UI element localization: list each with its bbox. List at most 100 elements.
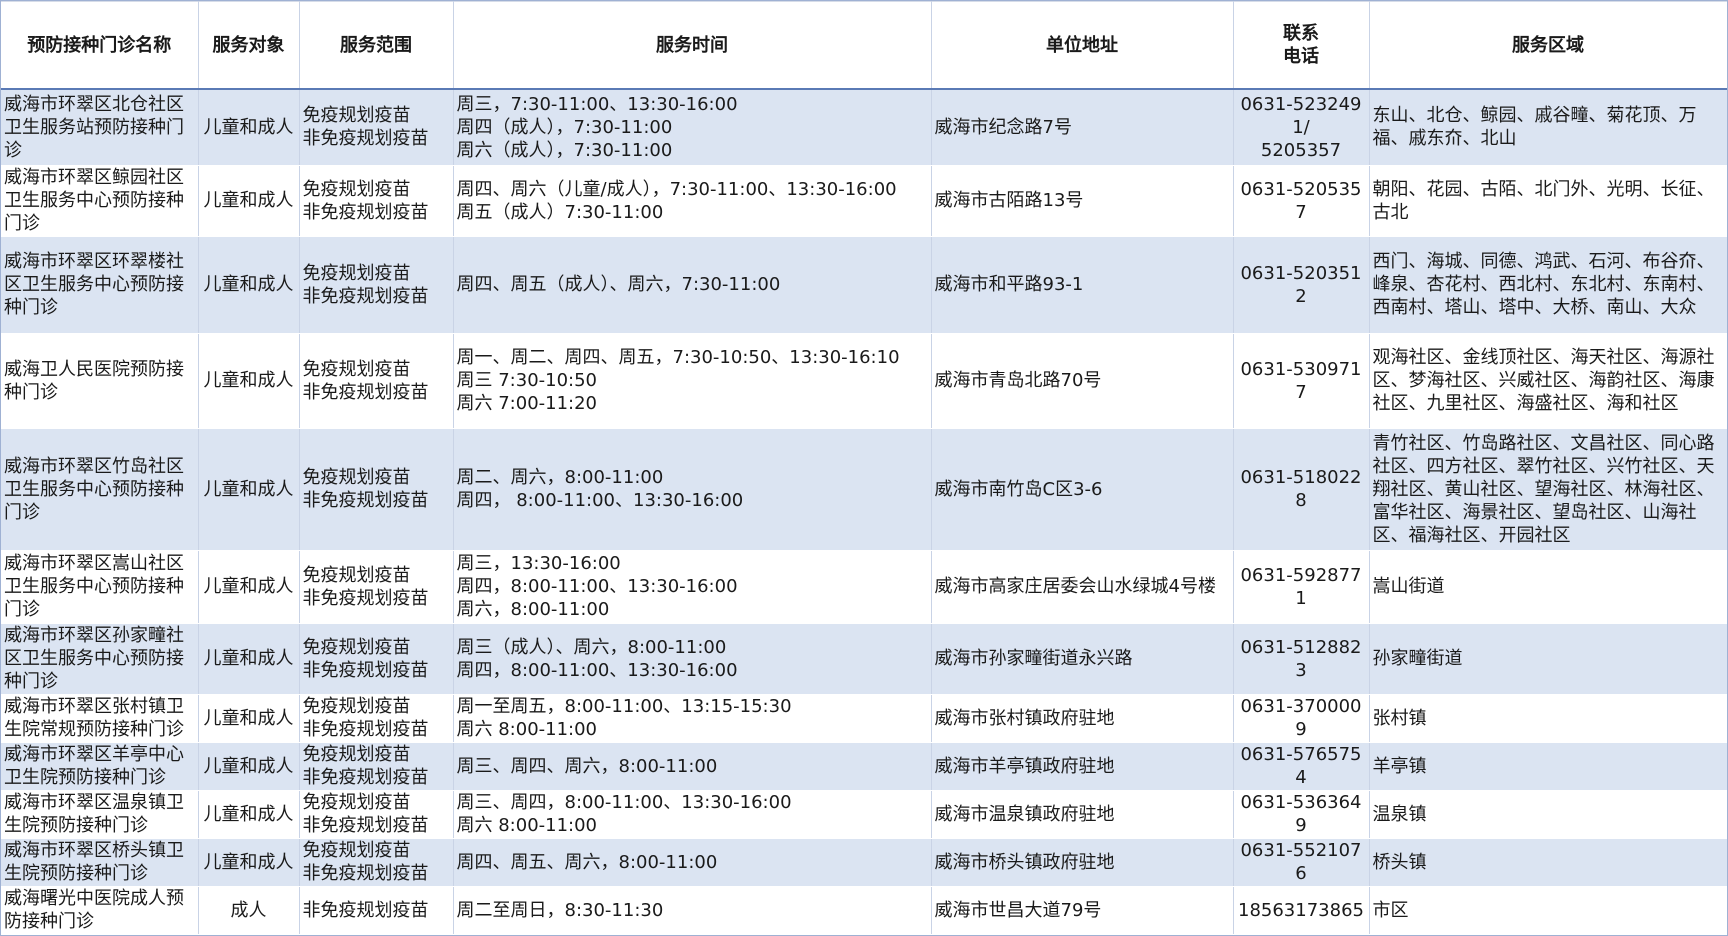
service-target-cell: 儿童和成人 — [198, 790, 300, 839]
phone-cell: 0631-5203512 — [1233, 236, 1370, 334]
address-cell: 威海市张村镇政府驻地 — [931, 694, 1234, 743]
table-row: 威海卫人民医院预防接种门诊 儿童和成人 免疫规划疫苗 非免疫规划疫苗 周一、周二、周四… — [1, 333, 1728, 429]
phone-cell: 0631-5363649 — [1233, 790, 1370, 839]
service-scope-cell: 免疫规划疫苗 非免疫规划疫苗 — [299, 165, 454, 237]
table-row: 威海市环翠区北仓社区卫生服务站预防接种门诊 儿童和成人 免疫规划疫苗 非免疫规划疫苗… — [1, 89, 1728, 166]
table-row: 威海曙光中医院成人预防接种门诊 成人 非免疫规划疫苗 周二至周日，8:30-11:30… — [1, 886, 1728, 935]
clinic-name-cell: 威海市环翠区环翠楼社区卫生服务中心预防接种门诊 — [1, 236, 199, 334]
clinic-name-cell: 威海市环翠区张村镇卫生院常规预防接种门诊 — [1, 694, 199, 743]
clinic-name-cell: 威海市环翠区孙家疃社区卫生服务中心预防接种门诊 — [1, 623, 199, 695]
service-area-cell: 朝阳、花园、古陌、北门外、光明、长征、古北 — [1369, 165, 1728, 237]
service-area-cell: 孙家疃街道 — [1369, 623, 1728, 695]
address-cell: 威海市古陌路13号 — [931, 165, 1234, 237]
phone-cell: 0631-5309717 — [1233, 333, 1370, 429]
service-time-cell: 周四、周五（成人）、周六，7:30-11:00 — [453, 236, 932, 334]
address-cell: 威海市高家庄居委会山水绿城4号楼 — [931, 550, 1234, 624]
phone-cell: 0631-5521076 — [1233, 838, 1370, 887]
service-time-cell: 周三、周四，8:00-11:00、13:30-16:00 周六 8:00-11:… — [453, 790, 932, 839]
header-target: 服务对象 — [198, 1, 300, 90]
service-target-cell: 儿童和成人 — [198, 838, 300, 887]
service-time-cell: 周一至周五，8:00-11:00、13:15-15:30 周六 8:00-11:… — [453, 694, 932, 743]
service-time-cell: 周三，13:30-16:00 周四，8:00-11:00、13:30-16:00… — [453, 550, 932, 624]
service-time-cell: 周四、周六（儿童/成人），7:30-11:00、13:30-16:00 周五（成… — [453, 165, 932, 237]
service-scope-cell: 免疫规划疫苗 非免疫规划疫苗 — [299, 333, 454, 429]
service-scope-cell: 非免疫规划疫苗 — [299, 886, 454, 935]
phone-cell: 0631-5928771 — [1233, 550, 1370, 624]
header-time: 服务时间 — [453, 1, 932, 90]
address-cell: 威海市桥头镇政府驻地 — [931, 838, 1234, 887]
service-target-cell: 儿童和成人 — [198, 694, 300, 743]
table-row: 威海市环翠区鲸园社区卫生服务中心预防接种门诊 儿童和成人 免疫规划疫苗 非免疫规划疫… — [1, 165, 1728, 237]
clinic-name-cell: 威海曙光中医院成人预防接种门诊 — [1, 886, 199, 935]
phone-cell: 0631-5180228 — [1233, 428, 1370, 551]
clinic-name-cell: 威海卫人民医院预防接种门诊 — [1, 333, 199, 429]
clinic-name-cell: 威海市环翠区温泉镇卫生院预防接种门诊 — [1, 790, 199, 839]
address-cell: 威海市和平路93-1 — [931, 236, 1234, 334]
service-scope-cell: 免疫规划疫苗 非免疫规划疫苗 — [299, 790, 454, 839]
table-row: 威海市环翠区羊亭中心卫生院预防接种门诊 儿童和成人 免疫规划疫苗 非免疫规划疫苗 周三… — [1, 742, 1728, 791]
clinic-table: 预防接种门诊名称 服务对象 服务范围 服务时间 单位地址 联系 电话 服务区域 … — [1, 1, 1728, 935]
header-name: 预防接种门诊名称 — [1, 1, 199, 90]
service-scope-cell: 免疫规划疫苗 非免疫规划疫苗 — [299, 550, 454, 624]
clinic-name-cell: 威海市环翠区羊亭中心卫生院预防接种门诊 — [1, 742, 199, 791]
service-scope-cell: 免疫规划疫苗 非免疫规划疫苗 — [299, 694, 454, 743]
service-area-cell: 温泉镇 — [1369, 790, 1728, 839]
clinic-name-cell: 威海市环翠区桥头镇卫生院预防接种门诊 — [1, 838, 199, 887]
address-cell: 威海市温泉镇政府驻地 — [931, 790, 1234, 839]
service-time-cell: 周三（成人）、周六，8:00-11:00 周四，8:00-11:00、13:30… — [453, 623, 932, 695]
service-time-cell: 周二至周日，8:30-11:30 — [453, 886, 932, 935]
service-area-cell: 观海社区、金线顶社区、海天社区、海源社区、梦海社区、兴威社区、海韵社区、海康社区… — [1369, 333, 1728, 429]
service-target-cell: 儿童和成人 — [198, 236, 300, 334]
service-time-cell: 周三、周四、周六，8:00-11:00 — [453, 742, 932, 791]
service-area-cell: 东山、北仓、鲸园、戚谷疃、菊花顶、万福、戚东夼、北山 — [1369, 89, 1728, 166]
header-phone: 联系 电话 — [1233, 1, 1370, 90]
service-area-cell: 嵩山街道 — [1369, 550, 1728, 624]
address-cell: 威海市羊亭镇政府驻地 — [931, 742, 1234, 791]
clinic-name-cell: 威海市环翠区嵩山社区卫生服务中心预防接种门诊 — [1, 550, 199, 624]
clinic-name-cell: 威海市环翠区北仓社区卫生服务站预防接种门诊 — [1, 89, 199, 166]
service-target-cell: 儿童和成人 — [198, 550, 300, 624]
address-cell: 威海市孙家疃街道永兴路 — [931, 623, 1234, 695]
service-target-cell: 儿童和成人 — [198, 428, 300, 551]
service-time-cell: 周二、周六，8:00-11:00 周四， 8:00-11:00、13:30-16… — [453, 428, 932, 551]
table-row: 威海市环翠区桥头镇卫生院预防接种门诊 儿童和成人 免疫规划疫苗 非免疫规划疫苗 周四、… — [1, 838, 1728, 887]
header-address: 单位地址 — [931, 1, 1234, 90]
phone-cell: 0631-5232491/ 5205357 — [1233, 89, 1370, 166]
phone-cell: 0631-3700009 — [1233, 694, 1370, 743]
address-cell: 威海市青岛北路70号 — [931, 333, 1234, 429]
service-scope-cell: 免疫规划疫苗 非免疫规划疫苗 — [299, 236, 454, 334]
service-scope-cell: 免疫规划疫苗 非免疫规划疫苗 — [299, 838, 454, 887]
service-target-cell: 成人 — [198, 886, 300, 935]
service-time-cell: 周四、周五、周六，8:00-11:00 — [453, 838, 932, 887]
table-row: 威海市环翠区温泉镇卫生院预防接种门诊 儿童和成人 免疫规划疫苗 非免疫规划疫苗 周三、… — [1, 790, 1728, 839]
clinic-name-cell: 威海市环翠区竹岛社区卫生服务中心预防接种门诊 — [1, 428, 199, 551]
service-area-cell: 桥头镇 — [1369, 838, 1728, 887]
phone-cell: 0631-5765754 — [1233, 742, 1370, 791]
table-row: 威海市环翠区竹岛社区卫生服务中心预防接种门诊 儿童和成人 免疫规划疫苗 非免疫规划疫… — [1, 428, 1728, 551]
address-cell: 威海市世昌大道79号 — [931, 886, 1234, 935]
service-scope-cell: 免疫规划疫苗 非免疫规划疫苗 — [299, 623, 454, 695]
table-row: 威海市环翠区嵩山社区卫生服务中心预防接种门诊 儿童和成人 免疫规划疫苗 非免疫规划疫… — [1, 550, 1728, 624]
header-area: 服务区域 — [1369, 1, 1728, 90]
service-scope-cell: 免疫规划疫苗 非免疫规划疫苗 — [299, 428, 454, 551]
service-time-cell: 周一、周二、周四、周五，7:30-10:50、13:30-16:10 周三 7:… — [453, 333, 932, 429]
service-area-cell: 西门、海城、同德、鸿武、石河、布谷夼、峰泉、杏花村、西北村、东北村、东南村、西南… — [1369, 236, 1728, 334]
service-area-cell: 张村镇 — [1369, 694, 1728, 743]
header-scope: 服务范围 — [299, 1, 454, 90]
table-row: 威海市环翠区环翠楼社区卫生服务中心预防接种门诊 儿童和成人 免疫规划疫苗 非免疫规划… — [1, 236, 1728, 334]
table-row: 威海市环翠区张村镇卫生院常规预防接种门诊 儿童和成人 免疫规划疫苗 非免疫规划疫苗周… — [1, 694, 1728, 743]
service-area-cell: 市区 — [1369, 886, 1728, 935]
clinic-name-cell: 威海市环翠区鲸园社区卫生服务中心预防接种门诊 — [1, 165, 199, 237]
phone-cell: 0631-5205357 — [1233, 165, 1370, 237]
service-target-cell: 儿童和成人 — [198, 623, 300, 695]
service-target-cell: 儿童和成人 — [198, 333, 300, 429]
address-cell: 威海市纪念路7号 — [931, 89, 1234, 166]
phone-cell: 18563173865 — [1233, 886, 1370, 935]
phone-cell: 0631-5128823 — [1233, 623, 1370, 695]
service-area-cell: 青竹社区、竹岛路社区、文昌社区、同心路社区、四方社区、翠竹社区、兴竹社区、天翔社… — [1369, 428, 1728, 551]
service-scope-cell: 免疫规划疫苗 非免疫规划疫苗 — [299, 742, 454, 791]
service-target-cell: 儿童和成人 — [198, 89, 300, 166]
service-scope-cell: 免疫规划疫苗 非免疫规划疫苗 — [299, 89, 454, 166]
table-row: 威海市环翠区孙家疃社区卫生服务中心预防接种门诊 儿童和成人 免疫规划疫苗 非免疫规划… — [1, 623, 1728, 695]
service-time-cell: 周三，7:30-11:00、13:30-16:00 周四（成人），7:30-11… — [453, 89, 932, 166]
